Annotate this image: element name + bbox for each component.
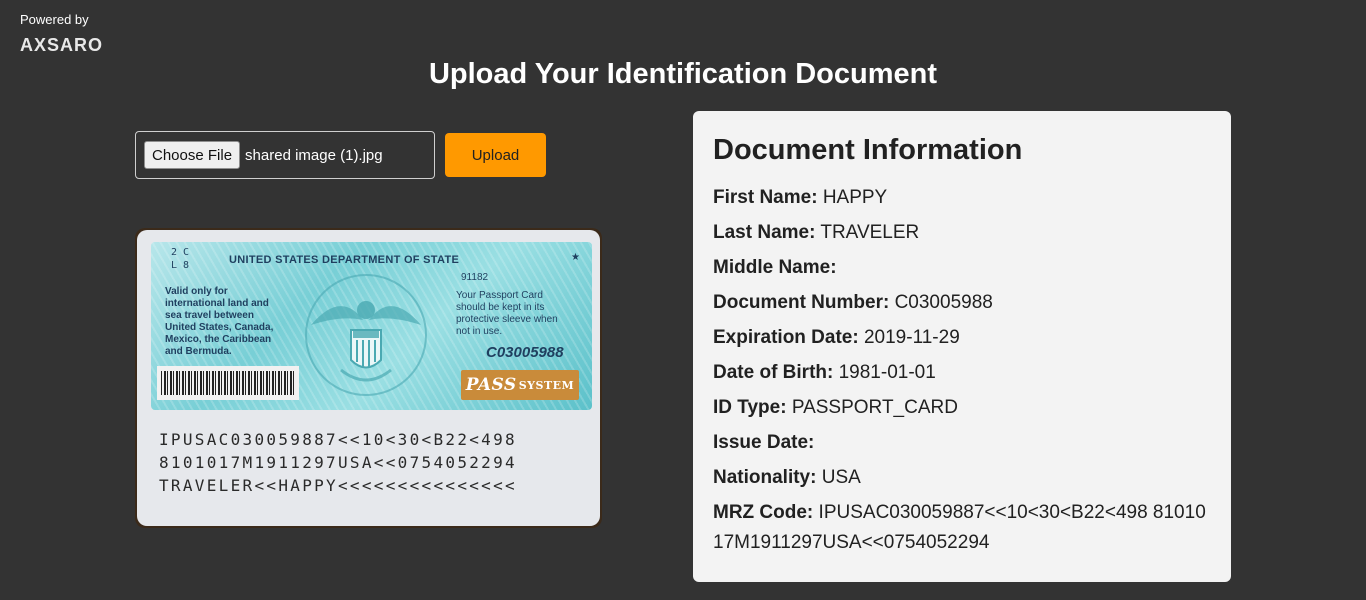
field-label: Date of Birth: [713,362,834,383]
card-validity-text: Valid only for international land and se… [165,286,274,357]
field-label: Document Number: [713,292,890,313]
choose-file-button[interactable]: Choose File [144,141,241,169]
field-date-of-birth: Date of Birth: 1981-01-01 [713,358,1211,388]
field-label: Nationality: [713,467,817,488]
field-value: USA [821,467,861,488]
document-info-title: Document Information [713,134,1023,166]
barcode [157,366,299,400]
field-label: Last Name: [713,222,816,243]
brand-logo-text: AXSARO [20,35,104,55]
mrz-line: IPUSAC030059887<<10<30<B22<498 [159,430,517,449]
card-sleeve-text: Your Passport Card should be kept in its… [456,290,558,337]
brand: Powered by AXSARO [20,12,103,56]
field-label: Expiration Date: [713,327,859,348]
pass-logo-text: PASS [465,375,517,395]
passport-card: 2 C L 8 UNITED STATES DEPARTMENT OF STAT… [137,230,600,526]
mrz-line: TRAVELER<<HAPPY<<<<<<<<<<<<<<< [159,476,517,495]
field-last-name: Last Name: TRAVELER [713,218,1211,248]
field-label: Issue Date: [713,432,815,453]
upload-button[interactable]: Upload [445,133,546,177]
powered-by-text: Powered by [20,12,89,27]
field-label: First Name: [713,187,818,208]
uploaded-document-image: 2 C L 8 UNITED STATES DEPARTMENT OF STAT… [135,228,602,528]
field-nationality: Nationality: USA [713,463,1211,493]
eagle-seal-icon [305,274,427,396]
field-mrz-code: MRZ Code: IPUSAC030059887<<10<30<B22<498… [713,498,1211,558]
field-value: PASSPORT_CARD [791,397,958,418]
pass-system-logo: PASS SYSTEM [461,370,579,400]
field-label: MRZ Code: [713,502,814,523]
document-info-panel: Document Information First Name: HAPPY L… [693,111,1231,582]
selected-file-name: shared image (1).jpg [245,146,383,164]
field-value: 1981-01-01 [838,362,936,383]
card-serial: 91182 [461,272,489,283]
field-issue-date: Issue Date: [713,428,1211,458]
card-mrz: IPUSAC030059887<<10<30<B22<498 8101017M19… [159,428,517,497]
mrz-line: 8101017M1911297USA<<0754052294 [159,453,517,472]
field-middle-name: Middle Name: [713,253,1211,283]
card-corner-code: 2 C L 8 [171,247,190,271]
field-value: C03005988 [894,292,993,313]
card-document-number: C03005988 [486,344,564,361]
field-first-name: First Name: HAPPY [713,183,1211,213]
field-document-number: Document Number: C03005988 [713,288,1211,318]
field-id-type: ID Type: PASSPORT_CARD [713,393,1211,423]
field-value: HAPPY [822,187,888,208]
page-title: Upload Your Identification Document [428,58,938,90]
field-value: 2019-11-29 [863,327,960,348]
field-value: TRAVELER [820,222,920,243]
card-header: UNITED STATES DEPARTMENT OF STATE [229,254,460,266]
star-icon: ★ [571,252,580,263]
field-label: ID Type: [713,397,787,418]
file-input[interactable]: Choose File shared image (1).jpg [135,131,435,179]
field-expiration-date: Expiration Date: 2019-11-29 [713,323,1211,353]
pass-logo-sub: SYSTEM [518,378,575,392]
card-security-panel: 2 C L 8 UNITED STATES DEPARTMENT OF STAT… [151,242,592,410]
field-label: Middle Name: [713,257,837,278]
